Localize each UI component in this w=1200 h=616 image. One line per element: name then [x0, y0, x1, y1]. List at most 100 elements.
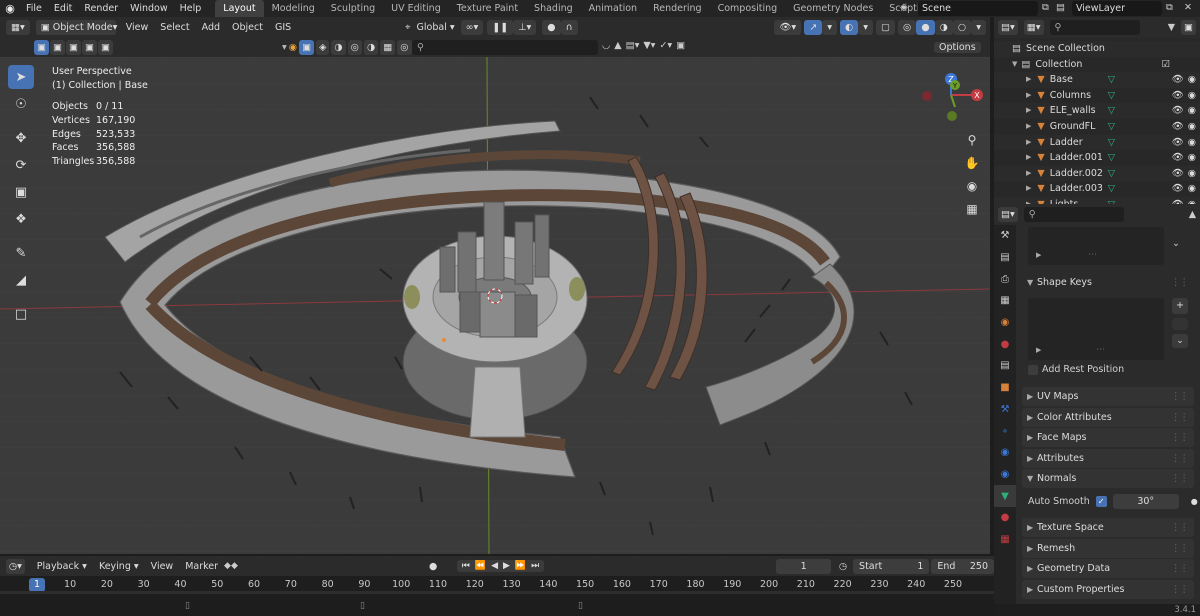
particles-tab-icon[interactable]: ∘	[994, 420, 1016, 442]
zoom-icon[interactable]: ⚲	[961, 129, 983, 151]
gis-web-button[interactable]: ◎	[347, 40, 362, 55]
select-box-tool-icon[interactable]: ➤	[8, 65, 34, 89]
shape-key-menu-button[interactable]: ⌄	[1172, 334, 1188, 348]
filter-icon[interactable]: ▼	[1168, 22, 1175, 33]
shield-icon[interactable]: ▣	[676, 40, 685, 51]
outliner-search-input[interactable]: ⚲	[1049, 20, 1140, 35]
xray-toggle-button[interactable]: ▢	[876, 20, 896, 35]
collection-tab-icon[interactable]: ▤	[994, 355, 1016, 377]
object-tab-icon[interactable]: ■	[994, 377, 1016, 399]
shading-solid-button[interactable]: ●	[916, 20, 935, 35]
gizmo-menu-button[interactable]: ▾	[822, 20, 837, 35]
expand-icon[interactable]: ▶	[1026, 119, 1031, 135]
drag-grip-icon[interactable]: ⋮⋮	[1171, 522, 1189, 533]
select-extend-button[interactable]: ▣	[49, 40, 65, 55]
collection-row[interactable]: ▼ ▤ Collection ☑	[994, 57, 1200, 73]
measure-tool-icon[interactable]: ◢	[8, 268, 34, 292]
gis-export-button[interactable]: ▦	[380, 40, 396, 55]
tab-geometry-nodes[interactable]: Geometry Nodes	[785, 0, 881, 17]
outliner-object-row[interactable]: ▶ ▼ ELE_walls ▽ 👁 ◉	[994, 103, 1200, 119]
outliner-object-row[interactable]: ▶ ▼ Base ▽ 👁 ◉	[994, 72, 1200, 88]
shading-material-button[interactable]: ◑	[934, 20, 953, 35]
tab-rendering[interactable]: Rendering	[645, 0, 710, 17]
visibility-button[interactable]: 👁▾	[774, 20, 802, 35]
menu-file[interactable]: File	[20, 0, 48, 17]
scene-tab-icon[interactable]: ◉	[994, 312, 1016, 334]
expand-icon[interactable]: ▶	[1026, 135, 1031, 151]
face-maps-panel[interactable]: ▶ Face Maps ⋮⋮	[1022, 428, 1194, 447]
snap-target-button[interactable]: ⊥▾	[513, 20, 537, 35]
overlays-toggle-button[interactable]: ◐	[839, 20, 859, 35]
add-shape-key-button[interactable]: +	[1172, 298, 1188, 314]
layers-icon[interactable]: ▤▾	[626, 40, 640, 51]
expand-icon[interactable]: ▶	[1026, 166, 1031, 182]
gis-sphere-button[interactable]: ◑	[331, 40, 346, 55]
bookmark-icon[interactable]: ▲	[614, 40, 621, 51]
add-cube-tool-icon[interactable]: □	[8, 302, 34, 326]
blender-logo-icon[interactable]: ◉	[0, 2, 20, 15]
list-expand-icon[interactable]: ▶	[1036, 251, 1041, 259]
shape-keys-list[interactable]: ▶ ⋯	[1028, 298, 1164, 360]
tab-compositing[interactable]: Compositing	[710, 0, 786, 17]
render-camera-icon[interactable]: ◉	[1188, 72, 1196, 88]
properties-search-input[interactable]: ⚲	[1023, 207, 1124, 222]
mode-selector[interactable]: ▣ Object Mode▾	[35, 20, 117, 35]
annotate-tool-icon[interactable]: ✎	[8, 241, 34, 265]
render-tab-icon[interactable]: ▤	[994, 247, 1016, 269]
check-icon[interactable]: ✓▾	[659, 40, 672, 51]
camera-view-icon[interactable]: ◉	[961, 175, 983, 197]
start-frame-field[interactable]: Start 1	[853, 558, 930, 574]
proportional-edit-button[interactable]: ●	[542, 20, 561, 35]
physics-tab-icon[interactable]: ◉	[994, 442, 1016, 464]
drag-grip-icon[interactable]: ⋮⋮	[1171, 563, 1189, 574]
timeline-scrollbar[interactable]	[0, 591, 994, 594]
transform-tool-icon[interactable]: ❖	[8, 207, 34, 231]
keyframe-nav-icon[interactable]: ◆◆	[224, 561, 238, 571]
visibility-eye-icon[interactable]: 👁	[1172, 150, 1184, 166]
list-expand-icon[interactable]: ▶	[1036, 346, 1041, 354]
add-rest-position-checkbox[interactable]	[1028, 364, 1038, 375]
modifiers-tab-icon[interactable]: ⚒	[994, 399, 1016, 421]
select-intersect-button[interactable]: ▣	[97, 40, 113, 55]
tab-texture-paint[interactable]: Texture Paint	[449, 0, 526, 17]
gizmo-toggle-button[interactable]: ↗	[804, 20, 823, 35]
ortho-grid-icon[interactable]: ▦	[961, 198, 983, 220]
vertex-group-menu-icon[interactable]: ⌄	[1172, 238, 1180, 249]
menu-object[interactable]: Object	[226, 18, 269, 37]
drag-grip-icon[interactable]: ⋮⋮	[1171, 391, 1189, 402]
auto-smooth-checkbox[interactable]: ✓	[1095, 496, 1107, 507]
cursor-tool-icon[interactable]: ☉	[8, 92, 34, 116]
copy-view-layer-icon[interactable]: ⧉	[1166, 2, 1173, 13]
world-tab-icon[interactable]: ●	[994, 333, 1016, 355]
normals-panel-header[interactable]: ▼ Normals ⋮⋮	[1022, 469, 1194, 488]
render-camera-icon[interactable]: ◉	[1188, 88, 1196, 104]
prev-keyframe-icon[interactable]: ⏪	[475, 561, 486, 571]
expand-icon[interactable]: ▶	[1026, 88, 1031, 104]
select-new-button[interactable]: ▣	[34, 40, 49, 55]
pivot-point-button[interactable]: ∞▾	[460, 20, 484, 35]
play-icon[interactable]: ▶	[503, 561, 510, 571]
mesh-data-tab-icon[interactable]: ▼	[994, 485, 1016, 507]
expand-icon[interactable]: ▶	[1026, 150, 1031, 166]
drag-grip-icon[interactable]: ⋮⋮	[1171, 473, 1189, 484]
outliner-object-row[interactable]: ▶ ▼ Ladder ▽ 👁 ◉	[994, 134, 1200, 151]
3d-viewport[interactable]: ➤ ☉ ✥ ⟳ ▣ ❖ ✎ ◢ □ User Perspective (1) C…	[0, 57, 990, 554]
collapse-icon[interactable]: ◡	[602, 40, 610, 51]
navigation-gizmo[interactable]: Z Y X	[915, 65, 987, 129]
expand-icon[interactable]: ▶	[1026, 72, 1031, 88]
expand-icon[interactable]: ▶	[1026, 103, 1031, 119]
pin-icon[interactable]: ▲	[1189, 209, 1196, 220]
copy-scene-icon[interactable]: ⧉	[1042, 2, 1049, 13]
tab-layout[interactable]: Layout	[215, 0, 264, 17]
outliner-object-row[interactable]: ▶ ▼ Columns ▽ 👁 ◉	[994, 88, 1200, 104]
outliner-editor-type-button[interactable]: ▤▾	[998, 20, 1018, 35]
render-camera-icon[interactable]: ◉	[1188, 181, 1196, 197]
drag-grip-icon[interactable]: ⋮⋮	[1171, 412, 1189, 423]
select-invert-button[interactable]: ▣	[81, 40, 97, 55]
visibility-eye-icon[interactable]: 👁	[1172, 72, 1184, 88]
visibility-eye-icon[interactable]: 👁	[1172, 119, 1184, 135]
menu-timeline-view[interactable]: View	[145, 557, 180, 576]
constraints-tab-icon[interactable]: ◉	[994, 464, 1016, 486]
menu-marker[interactable]: Marker	[179, 557, 224, 576]
tab-shading[interactable]: Shading	[526, 0, 581, 17]
